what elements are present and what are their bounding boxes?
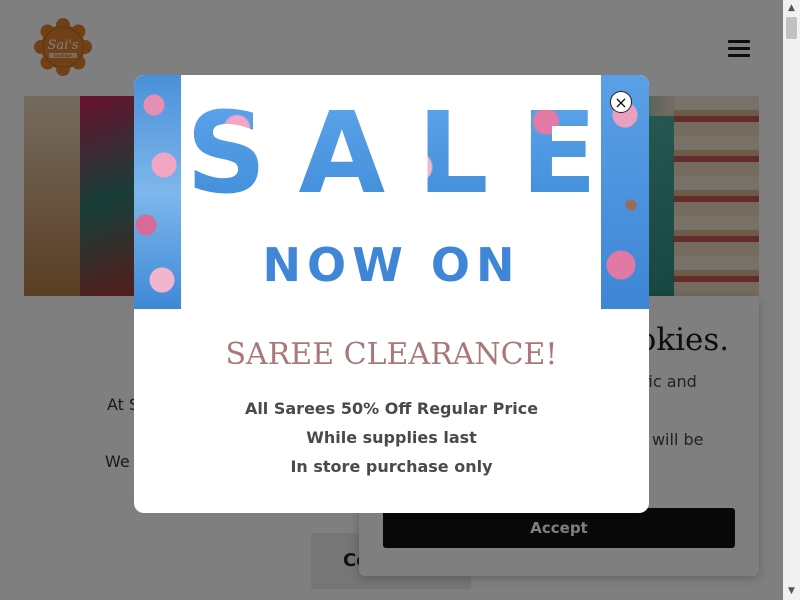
sale-banner-subtitle: NOW ON: [262, 238, 521, 292]
sale-popup: SALE NOW ON × SAREE CLEARANCE! All Saree…: [134, 75, 649, 513]
close-icon[interactable]: ×: [610, 91, 632, 113]
popup-line-1: All Sarees 50% Off Regular Price: [244, 399, 539, 418]
popup-heading: SAREE CLEARANCE!: [225, 337, 558, 372]
scrollbar[interactable]: ▲ ▼: [783, 0, 800, 600]
sale-banner-image: SALE NOW ON: [134, 75, 649, 309]
popup-line-3: In store purchase only: [290, 457, 493, 476]
popup-line-2: While supplies last: [306, 428, 477, 447]
scroll-down-arrow-icon[interactable]: ▼: [783, 583, 800, 600]
scroll-up-arrow-icon[interactable]: ▲: [783, 0, 800, 17]
scrollbar-thumb[interactable]: [786, 17, 797, 39]
sale-banner-title: SALE: [134, 89, 649, 219]
